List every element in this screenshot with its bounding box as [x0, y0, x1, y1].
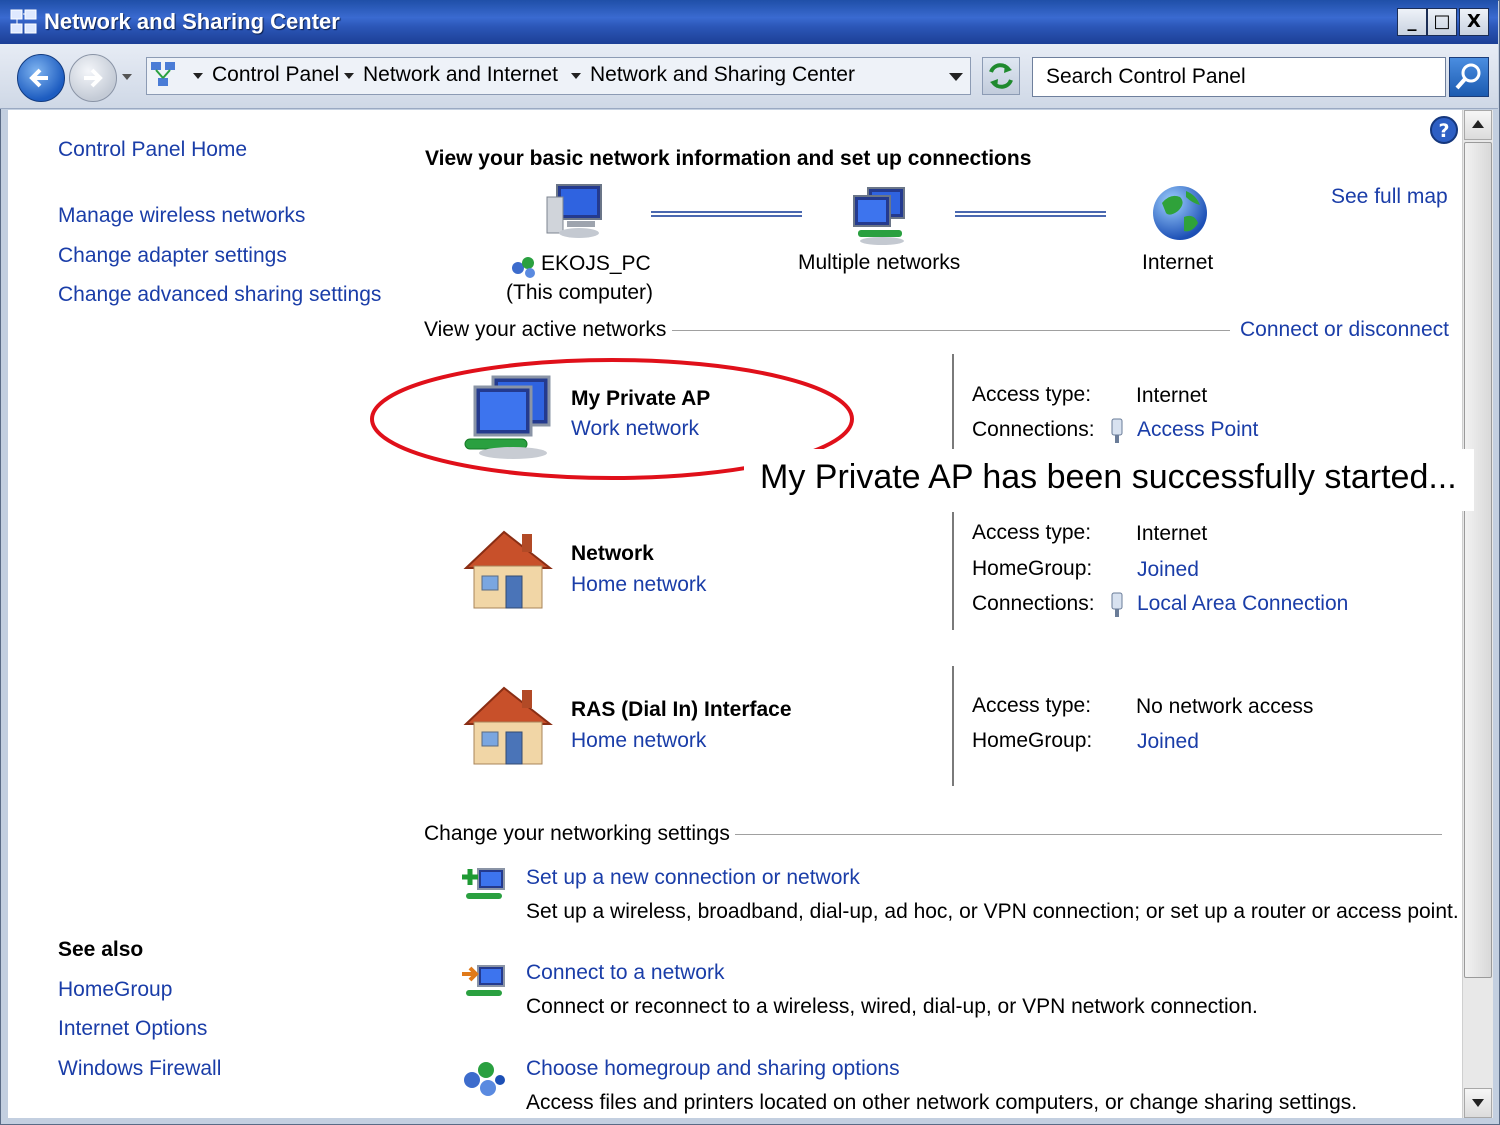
- close-button[interactable]: X: [1459, 8, 1489, 36]
- sidebar-item-change-adapter[interactable]: Change adapter settings: [58, 244, 287, 268]
- breadcrumb-control-panel[interactable]: Control Panel: [212, 63, 339, 87]
- networks-icon: [853, 187, 905, 245]
- adapter-icon: [1111, 418, 1123, 443]
- homegroup-label: HomeGroup:: [972, 557, 1093, 580]
- task-connect-network-link[interactable]: Connect to a network: [526, 961, 724, 985]
- breadcrumb-separator[interactable]: [571, 73, 581, 79]
- scroll-down-button[interactable]: [1464, 1088, 1492, 1118]
- breadcrumb-separator[interactable]: [193, 73, 203, 79]
- breadcrumb-network-sharing-center[interactable]: Network and Sharing Center: [590, 63, 855, 87]
- search-button[interactable]: [1449, 57, 1489, 97]
- task-setup-connection-desc: Set up a wireless, broadband, dial-up, a…: [526, 900, 1459, 923]
- access-type-value: No network access: [1136, 695, 1314, 718]
- network-divider: [952, 354, 954, 450]
- connections-label: Connections:: [972, 418, 1095, 441]
- forward-arrow-icon: [84, 68, 103, 88]
- breadcrumb-separator[interactable]: [344, 73, 354, 79]
- see-also-windows-firewall[interactable]: Windows Firewall: [58, 1057, 221, 1081]
- see-also-homegroup[interactable]: HomeGroup: [58, 978, 172, 1002]
- section-divider: [672, 330, 1230, 331]
- title-bar[interactable]: Network and Sharing Center _ □ X: [0, 0, 1498, 44]
- access-type-label: Access type:: [972, 694, 1092, 717]
- network-name: Network: [571, 542, 654, 565]
- sidebar-control-panel-home[interactable]: Control Panel Home: [58, 138, 247, 162]
- callout-box: My Private AP has been successfully star…: [744, 449, 1474, 511]
- access-type-label: Access type:: [972, 521, 1092, 544]
- homegroup-label: HomeGroup:: [972, 729, 1093, 752]
- sidebar-item-manage-wireless[interactable]: Manage wireless networks: [58, 204, 305, 228]
- task-connect-network-desc: Connect or reconnect to a wireless, wire…: [526, 995, 1258, 1018]
- scroll-thumb[interactable]: [1464, 142, 1492, 978]
- network-name: RAS (Dial In) Interface: [571, 698, 792, 721]
- task-homegroup-link[interactable]: Choose homegroup and sharing options: [526, 1057, 900, 1081]
- svg-text:?: ?: [1438, 120, 1449, 142]
- connection-access-point-link[interactable]: Access Point: [1137, 418, 1258, 442]
- breadcrumb-network-internet[interactable]: Network and Internet: [363, 63, 558, 87]
- maximize-button[interactable]: □: [1427, 8, 1457, 36]
- network-type-link[interactable]: Home network: [571, 573, 706, 597]
- section-divider: [735, 834, 1442, 835]
- map-internet: Internet: [1142, 251, 1214, 274]
- change-settings-label: Change your networking settings: [424, 822, 730, 845]
- network-type-link[interactable]: Home network: [571, 729, 706, 753]
- see-also-heading: See also: [58, 938, 144, 961]
- vertical-scrollbar[interactable]: [1462, 110, 1493, 1118]
- adapter-icon: [1111, 592, 1123, 617]
- network-folder-icon: [151, 62, 175, 86]
- back-arrow-icon: [29, 68, 48, 88]
- active-networks-label: View your active networks: [424, 318, 667, 341]
- address-history-dropdown[interactable]: [949, 73, 963, 81]
- access-type-value: Internet: [1136, 384, 1208, 407]
- scroll-up-button[interactable]: [1464, 110, 1492, 140]
- sidebar-item-advanced-sharing[interactable]: Change advanced sharing settings: [58, 283, 381, 307]
- network-divider: [952, 666, 954, 786]
- refresh-button[interactable]: [982, 57, 1020, 95]
- globe-icon: [1153, 186, 1207, 240]
- access-type-value: Internet: [1136, 522, 1208, 545]
- task-setup-connection-link[interactable]: Set up a new connection or network: [526, 866, 860, 890]
- homegroup-small-icon: [512, 257, 535, 278]
- window-title: Network and Sharing Center: [44, 9, 340, 34]
- network-folder-icon: [10, 9, 37, 34]
- refresh-icon: [989, 63, 1013, 89]
- access-type-label: Access type:: [972, 383, 1092, 406]
- recent-pages-dropdown[interactable]: [122, 74, 132, 80]
- homegroup-icon: [464, 1062, 505, 1096]
- see-full-map-link[interactable]: See full map: [1331, 185, 1448, 209]
- search-input[interactable]: [1046, 63, 1436, 91]
- connections-label: Connections:: [972, 592, 1095, 615]
- minimize-button[interactable]: _: [1397, 8, 1427, 36]
- see-also-internet-options[interactable]: Internet Options: [58, 1017, 207, 1041]
- map-connection-line: [955, 211, 1106, 217]
- homegroup-joined-link[interactable]: Joined: [1137, 730, 1199, 754]
- computer-subtitle: (This computer): [506, 281, 654, 304]
- map-connection-line: [651, 211, 802, 217]
- back-button[interactable]: [17, 54, 65, 102]
- setup-connection-icon: [462, 868, 505, 899]
- homegroup-joined-link[interactable]: Joined: [1137, 558, 1199, 582]
- computer-name: EKOJS_PC: [541, 252, 651, 275]
- network-divider: [952, 512, 954, 630]
- computer-icon: [546, 184, 602, 238]
- house-icon: [463, 686, 553, 765]
- callout-text: My Private AP has been successfully star…: [760, 458, 1457, 496]
- connect-network-icon: [462, 965, 505, 996]
- map-multiple-networks: Multiple networks: [798, 251, 961, 274]
- help-icon[interactable]: ?: [1429, 115, 1459, 145]
- search-icon: [1455, 63, 1481, 90]
- house-icon: [463, 530, 553, 609]
- task-homegroup-desc: Access files and printers located on oth…: [526, 1091, 1358, 1114]
- page-title: View your basic network information and …: [425, 147, 1032, 170]
- connect-or-disconnect-link[interactable]: Connect or disconnect: [1240, 318, 1449, 342]
- forward-button[interactable]: [69, 54, 117, 102]
- connection-local-area-link[interactable]: Local Area Connection: [1137, 592, 1348, 616]
